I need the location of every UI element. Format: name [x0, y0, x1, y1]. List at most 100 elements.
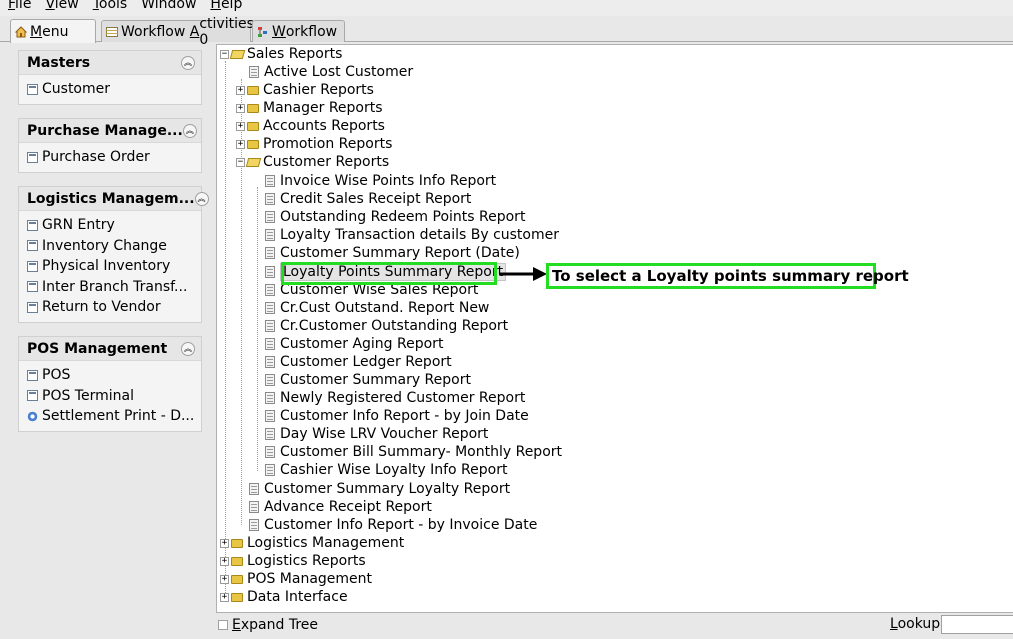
nav-item-pos-terminal[interactable]: POS Terminal	[19, 386, 201, 407]
tree-leaf-customer-summary[interactable]: Customer Summary Report	[265, 371, 471, 389]
tree-node-pos-management[interactable]: + POS Management	[220, 570, 372, 588]
nav-item-return-to-vendor[interactable]: Return to Vendor	[19, 297, 201, 318]
tab-workflow-activities[interactable]: Workflow Activities: 0	[101, 16, 259, 48]
tree-node-label: Cashier Reports	[263, 82, 374, 98]
report-icon	[249, 501, 259, 513]
tree-node-label: Manager Reports	[263, 100, 383, 116]
nav-item-purchase-order[interactable]: Purchase Order	[19, 147, 201, 168]
expand-tree-checkbox[interactable]	[218, 620, 228, 630]
tree-node-label: Cr.Customer Outstanding Report	[280, 318, 509, 334]
tree-node-data-interface[interactable]: + Data Interface	[220, 588, 348, 606]
form-icon	[27, 260, 38, 272]
tree-leaf-active-lost-customer[interactable]: Active Lost Customer	[249, 63, 413, 81]
nav-item-pos[interactable]: POS	[19, 365, 201, 386]
menu-help-label: elp	[220, 0, 243, 12]
collapse-icon[interactable]: ︽	[181, 55, 195, 70]
tree-node-label: Data Interface	[247, 589, 348, 605]
group-purchase-header[interactable]: Purchase Manage... ︽	[19, 119, 201, 143]
tab-workflow-mnemonic: W	[272, 23, 286, 40]
expand-toggle-icon[interactable]: +	[236, 121, 245, 131]
tree-node-label: Accounts Reports	[263, 118, 385, 134]
tree-node-promotion-reports[interactable]: + Promotion Reports	[236, 135, 392, 153]
tree-node-sales-reports[interactable]: − Sales Reports	[220, 45, 342, 63]
report-icon	[265, 464, 275, 476]
lookup-mnemonic: L	[890, 616, 898, 632]
tree-leaf-day-wise-lrv[interactable]: Day Wise LRV Voucher Report	[265, 425, 488, 443]
report-icon	[265, 338, 275, 350]
group-masters: Masters ︽ Customer	[18, 50, 202, 105]
tree-node-accounts-reports[interactable]: + Accounts Reports	[236, 117, 385, 135]
tree-node-customer-reports[interactable]: − Customer Reports	[236, 153, 389, 171]
collapse-icon[interactable]: ︽	[194, 191, 209, 206]
menu-tools[interactable]: Tools	[93, 0, 128, 11]
report-icon	[265, 446, 275, 458]
report-icon	[265, 211, 275, 223]
expand-tree-label[interactable]: Expand Tree	[232, 617, 318, 633]
tree-leaf-cr-cust-outstand[interactable]: Cr.Cust Outstand. Report New	[265, 299, 489, 317]
group-masters-title: Masters	[27, 54, 91, 71]
collapse-toggle-icon[interactable]: −	[236, 157, 245, 167]
tree-leaf-loyalty-transaction[interactable]: Loyalty Transaction details By customer	[265, 226, 559, 244]
tree-leaf-customer-info-invoice-date[interactable]: Customer Info Report - by Invoice Date	[249, 516, 537, 534]
tab-workflow-label: orkflow	[285, 23, 338, 40]
tree-leaf-newly-registered[interactable]: Newly Registered Customer Report	[265, 389, 525, 407]
collapse-toggle-icon[interactable]: −	[220, 49, 229, 59]
group-logistics-header[interactable]: Logistics Managem... ︽	[19, 187, 209, 211]
folder-icon	[247, 85, 259, 95]
collapse-icon[interactable]: ︽	[181, 341, 195, 356]
expand-toggle-icon[interactable]: +	[220, 592, 229, 602]
tree-leaf-customer-bill-summary[interactable]: Customer Bill Summary- Monthly Report	[265, 443, 562, 461]
nav-item-settlement-print[interactable]: Settlement Print - D...	[19, 406, 201, 427]
tree-node-logistics-reports[interactable]: + Logistics Reports	[220, 552, 366, 570]
nav-item-physical-inventory[interactable]: Physical Inventory	[19, 256, 201, 277]
tree-node-label: Customer Summary Report	[280, 372, 471, 388]
nav-item-inter-branch-transfer[interactable]: Inter Branch Transf...	[19, 277, 201, 298]
form-icon	[27, 390, 38, 402]
form-icon	[27, 301, 38, 313]
nav-item-inventory-change[interactable]: Inventory Change	[19, 236, 201, 257]
tree-leaf-cr-customer-outstanding[interactable]: Cr.Customer Outstanding Report	[265, 317, 508, 335]
nav-item-customer[interactable]: Customer	[19, 79, 201, 100]
expand-toggle-icon[interactable]: +	[220, 556, 229, 566]
tree-leaf-outstanding-redeem[interactable]: Outstanding Redeem Points Report	[265, 208, 525, 226]
collapse-icon[interactable]: ︽	[182, 123, 197, 138]
expand-toggle-icon[interactable]: +	[236, 103, 245, 113]
left-panel: Masters ︽ Customer Purchase Manage... ︽ Pu…	[12, 44, 210, 634]
expand-toggle-icon[interactable]: +	[220, 538, 229, 548]
tree-node-label: Sales Reports	[247, 46, 343, 62]
tab-workflow-activities-label: ctivities: 0	[199, 15, 259, 48]
tab-workflow[interactable]: Workflow	[252, 20, 345, 42]
lookup-input[interactable]	[941, 615, 1013, 634]
tree-node-logistics-management[interactable]: + Logistics Management	[220, 534, 404, 552]
menu-view[interactable]: View	[45, 0, 78, 11]
tree-leaf-customer-info-join-date[interactable]: Customer Info Report - by Join Date	[265, 407, 529, 425]
report-icon	[249, 519, 259, 531]
menu-window[interactable]: Window	[141, 0, 196, 11]
tree-leaf-credit-sales-receipt[interactable]: Credit Sales Receipt Report	[265, 190, 471, 208]
tab-workflow-activities-pre: Workflow	[121, 23, 190, 40]
expand-toggle-icon[interactable]: +	[220, 574, 229, 584]
tree-guide-line	[257, 187, 258, 471]
tree-node-label: Logistics Management	[247, 535, 405, 551]
tree-leaf-customer-summary-date[interactable]: Customer Summary Report (Date)	[265, 244, 520, 262]
tree-node-manager-reports[interactable]: + Manager Reports	[236, 99, 383, 117]
tree-leaf-advance-receipt[interactable]: Advance Receipt Report	[249, 498, 432, 516]
highlight-box	[281, 262, 497, 285]
form-icon	[27, 151, 38, 163]
group-pos-header[interactable]: POS Management ︽	[19, 337, 201, 361]
tree-leaf-cashier-wise-loyalty[interactable]: Cashier Wise Loyalty Info Report	[265, 461, 507, 479]
menu-file[interactable]: File	[8, 0, 31, 11]
nav-item-grn-entry[interactable]: GRN Entry	[19, 215, 201, 236]
menu-help[interactable]: Help	[210, 0, 243, 12]
tab-menu[interactable]: Menu	[10, 19, 96, 43]
tree-leaf-customer-summary-loyalty[interactable]: Customer Summary Loyalty Report	[249, 480, 510, 498]
tree-leaf-customer-ledger[interactable]: Customer Ledger Report	[265, 353, 452, 371]
group-masters-header[interactable]: Masters ︽	[19, 51, 201, 75]
tree-node-cashier-reports[interactable]: + Cashier Reports	[236, 81, 374, 99]
expand-toggle-icon[interactable]: +	[236, 85, 245, 95]
tree-leaf-invoice-wise-points[interactable]: Invoice Wise Points Info Report	[265, 172, 496, 190]
tree-leaf-customer-aging[interactable]: Customer Aging Report	[265, 335, 443, 353]
nav-item-label: Inter Branch Transf...	[42, 278, 188, 295]
report-icon	[265, 356, 275, 368]
expand-toggle-icon[interactable]: +	[236, 139, 245, 149]
